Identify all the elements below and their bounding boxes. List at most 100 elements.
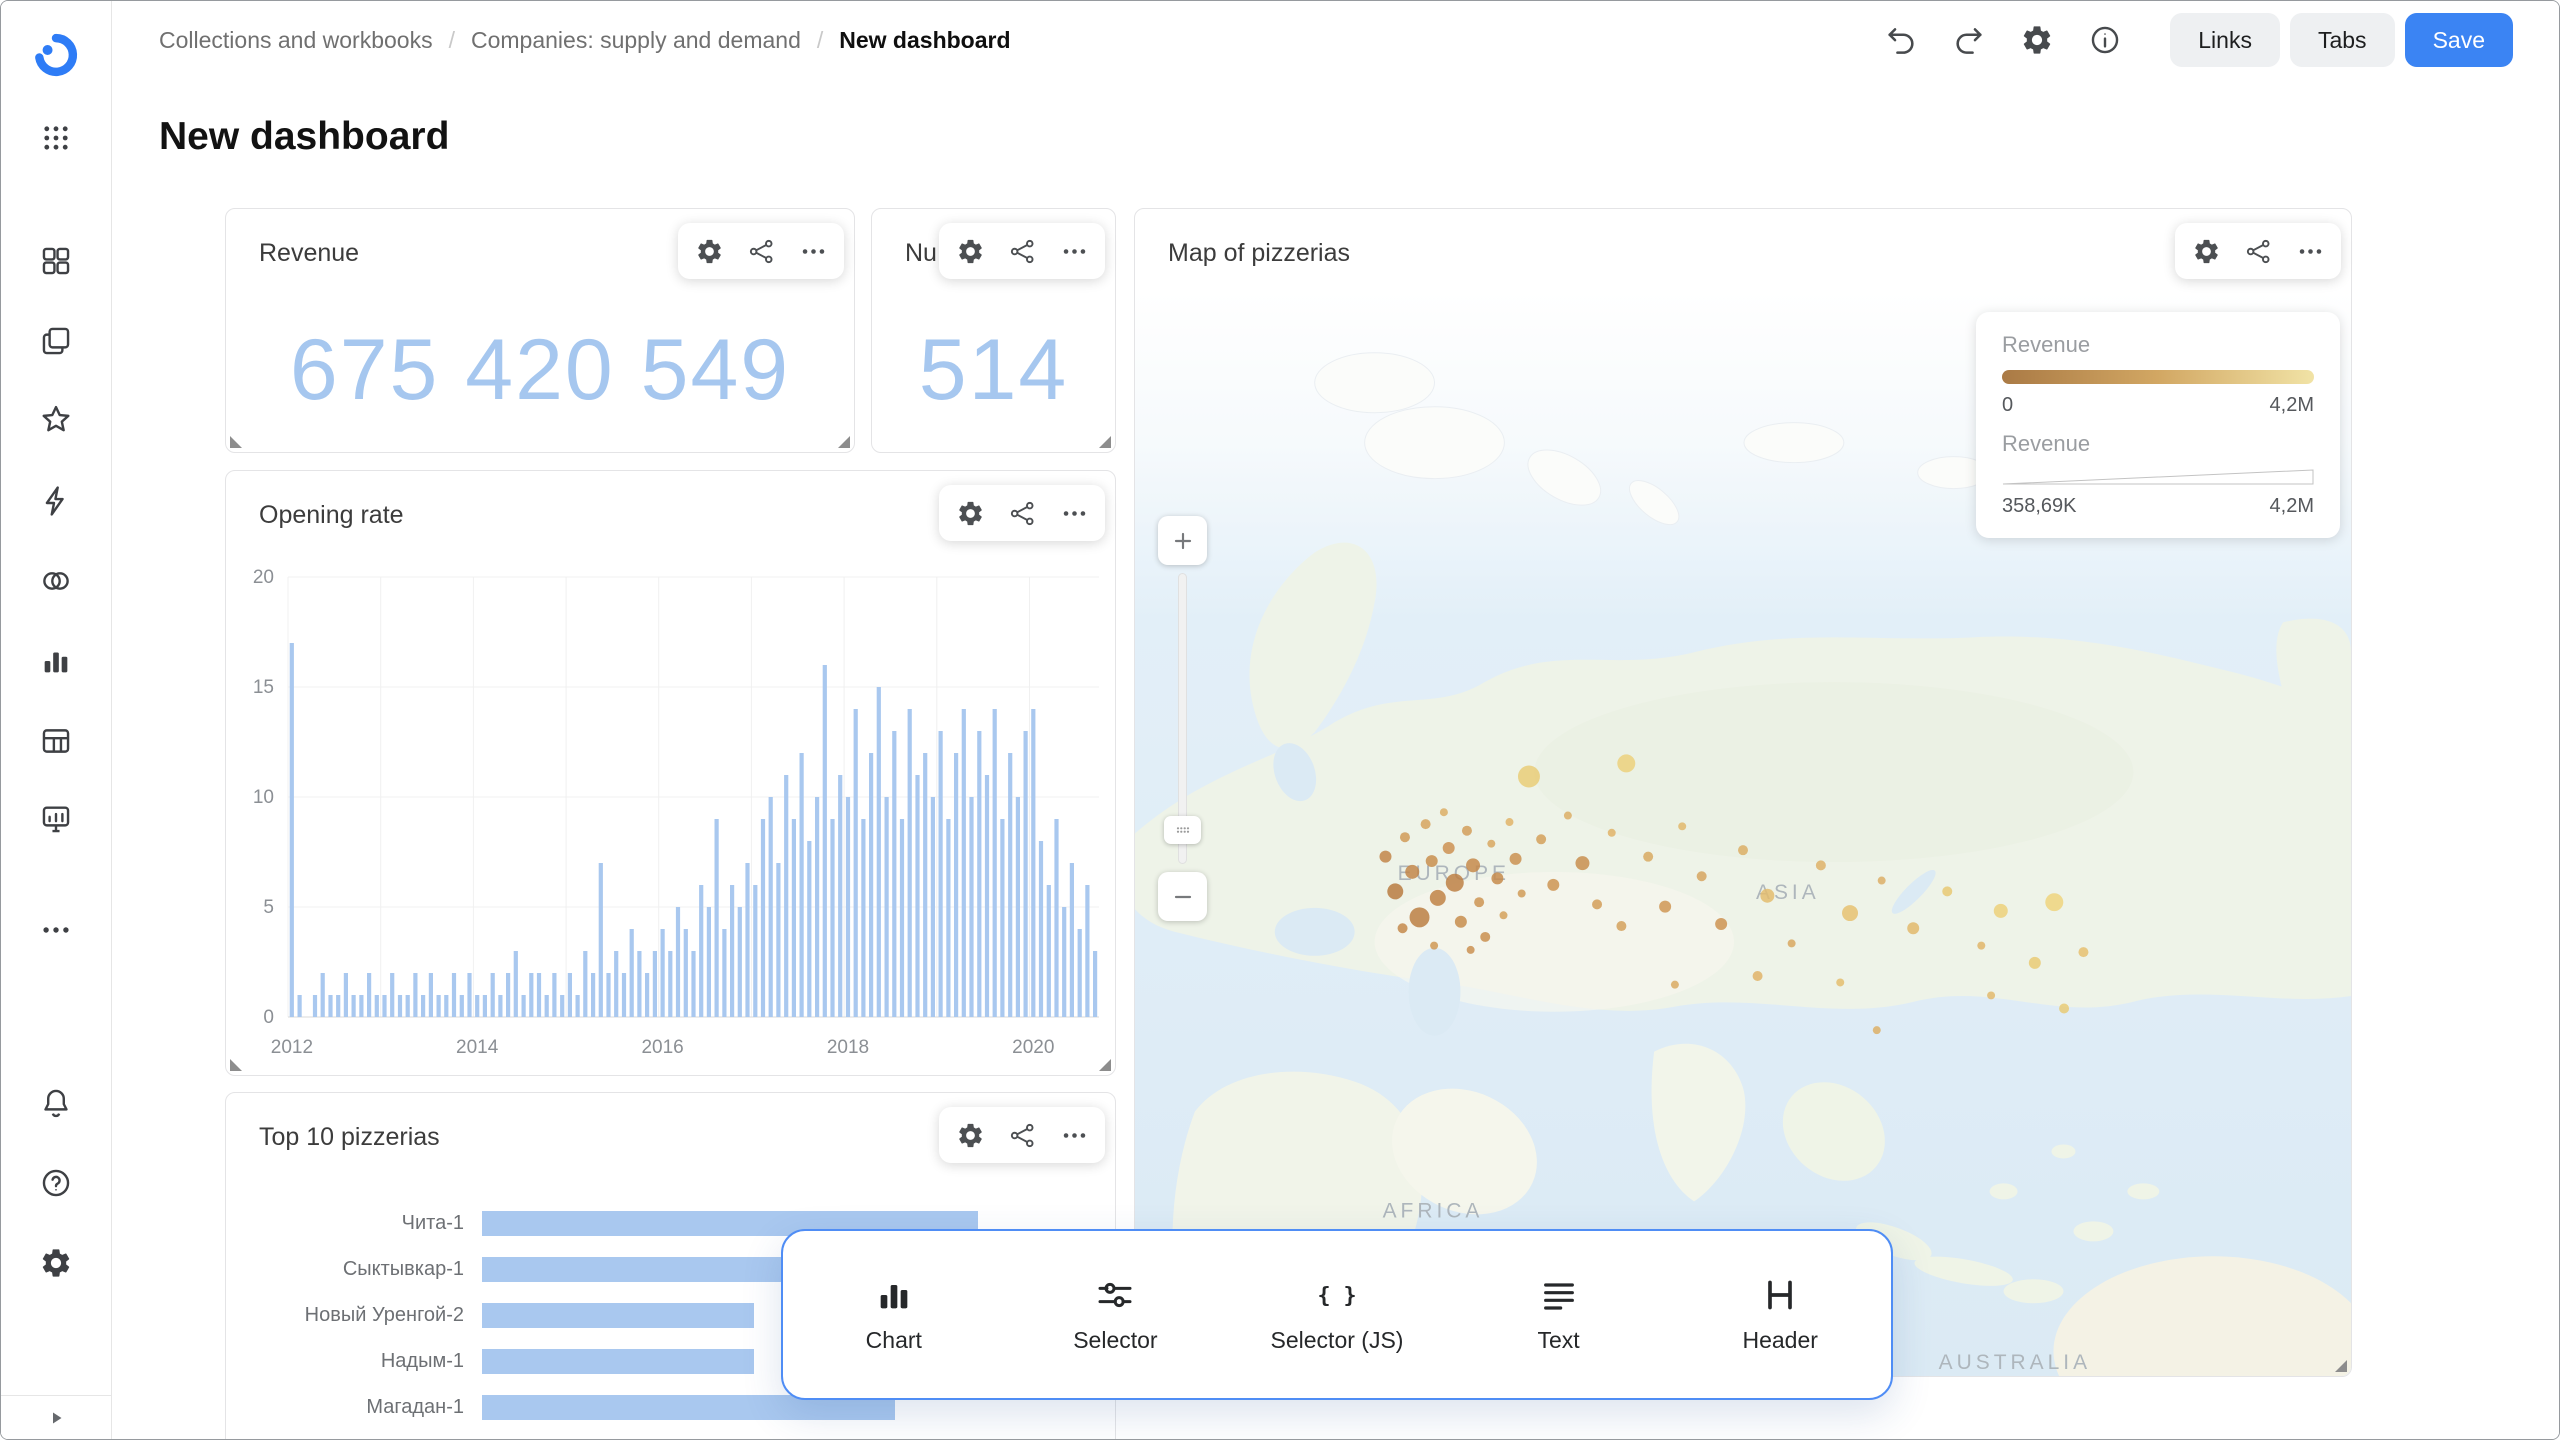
map-point[interactable] [1907,922,1919,934]
map-point[interactable] [1753,971,1763,981]
map-point[interactable] [1466,858,1480,872]
map-point[interactable] [1405,865,1419,879]
sidebar-item-collections[interactable] [26,313,86,369]
map-point[interactable] [1873,1026,1881,1034]
sidebar-item-datasets[interactable] [26,713,86,769]
map-point[interactable] [1474,897,1484,907]
map-point[interactable] [1426,855,1438,867]
map-point[interactable] [1398,923,1408,933]
map-point[interactable] [1487,840,1495,848]
map-point[interactable] [1575,856,1589,870]
widget-connections-button[interactable] [2232,228,2284,274]
map-point[interactable] [1671,981,1679,989]
resize-handle[interactable] [838,436,850,448]
widget-more-button[interactable] [1048,490,1100,536]
add-header-button[interactable]: Header [1669,1275,1891,1354]
settings-button[interactable] [26,1235,86,1291]
widget-connections-button[interactable] [996,490,1048,536]
map-point[interactable] [1500,911,1508,919]
breadcrumb-collections[interactable]: Collections and workbooks [159,27,433,54]
tabs-button[interactable]: Tabs [2290,13,2395,67]
widget-settings-button[interactable] [944,1112,996,1158]
map-point[interactable] [1836,978,1844,986]
sidebar-expand-button[interactable] [1,1395,111,1439]
widget-more-button[interactable] [1048,1112,1100,1158]
map-point[interactable] [1379,851,1391,863]
add-chart-button[interactable]: Chart [783,1275,1005,1354]
widget-more-button[interactable] [787,228,839,274]
map-point[interactable] [1616,921,1626,931]
undo-button[interactable] [1872,11,1930,69]
links-button[interactable]: Links [2170,13,2280,67]
map-point[interactable] [1678,822,1686,830]
sidebar-item-favorites[interactable] [26,391,86,447]
add-text-button[interactable]: Text [1448,1275,1670,1354]
info-button[interactable] [2076,11,2134,69]
map-point[interactable] [1430,890,1446,906]
sidebar-item-monitoring[interactable] [26,791,86,847]
map-point[interactable] [1760,889,1774,903]
map-point[interactable] [1987,991,1995,999]
map-point[interactable] [1994,904,2008,918]
widget-more-button[interactable] [2284,228,2336,274]
map-point[interactable] [2078,947,2088,957]
resize-handle[interactable] [230,1059,242,1071]
map-point[interactable] [1697,871,1707,881]
map-point[interactable] [1942,886,1952,896]
datalens-logo[interactable] [26,27,86,83]
help-button[interactable] [26,1155,86,1211]
map-point[interactable] [1400,832,1410,842]
breadcrumb-workbook[interactable]: Companies: supply and demand [471,27,801,54]
map-canvas[interactable]: EUROPE ASIA AFRICA AUSTRALIA Revenue 0 4… [1135,292,2351,1376]
resize-handle[interactable] [1099,436,1111,448]
map-point[interactable] [1715,918,1727,930]
add-selector-button[interactable]: Selector [1005,1275,1227,1354]
add-selector-js-button[interactable]: Selector (JS) [1226,1275,1448,1354]
dashboard-settings-button[interactable] [2008,11,2066,69]
map-point[interactable] [1387,883,1403,899]
zoom-out-button[interactable] [1158,872,1207,921]
map-point[interactable] [1738,845,1748,855]
map-point[interactable] [1510,853,1522,865]
widget-settings-button[interactable] [944,490,996,536]
sidebar-item-charts[interactable] [26,633,86,689]
sidebar-item-quick-actions[interactable] [26,473,86,529]
map-point[interactable] [2059,1004,2069,1014]
redo-button[interactable] [1940,11,1998,69]
map-point[interactable] [1608,829,1616,837]
map-point[interactable] [1592,899,1602,909]
map-point[interactable] [1443,842,1455,854]
resize-handle[interactable] [230,436,242,448]
map-point[interactable] [1842,905,1858,921]
map-point[interactable] [1455,916,1467,928]
map-point[interactable] [2045,893,2063,911]
notifications-button[interactable] [26,1075,86,1131]
map-point[interactable] [1977,942,1985,950]
map-point[interactable] [1491,872,1503,884]
widget-pizzeria-count[interactable]: Nu 514 [871,208,1116,453]
widget-opening-rate[interactable]: Opening rate 051015202012201420162018202… [225,470,1116,1076]
map-point[interactable] [1788,939,1796,947]
map-point[interactable] [1430,942,1438,950]
widget-connections-button[interactable] [996,1112,1048,1158]
map-point[interactable] [1617,754,1635,772]
sidebar-item-connections[interactable] [26,553,86,609]
map-point[interactable] [1643,852,1653,862]
map-point[interactable] [1518,890,1526,898]
resize-handle[interactable] [2335,1360,2347,1372]
map-point[interactable] [1659,901,1671,913]
map-point[interactable] [1421,819,1431,829]
apps-grid-button[interactable] [26,110,86,166]
resize-handle[interactable] [1099,1059,1111,1071]
map-point[interactable] [2029,957,2041,969]
sidebar-item-widgets[interactable] [26,233,86,289]
map-point[interactable] [1467,946,1475,954]
sidebar-item-more[interactable] [26,902,86,958]
map-point[interactable] [1446,874,1464,892]
map-point[interactable] [1505,818,1513,826]
zoom-slider-handle[interactable] [1164,816,1201,844]
widget-settings-button[interactable] [944,228,996,274]
widget-settings-button[interactable] [683,228,735,274]
map-point[interactable] [1440,808,1448,816]
map-point[interactable] [1564,812,1572,820]
